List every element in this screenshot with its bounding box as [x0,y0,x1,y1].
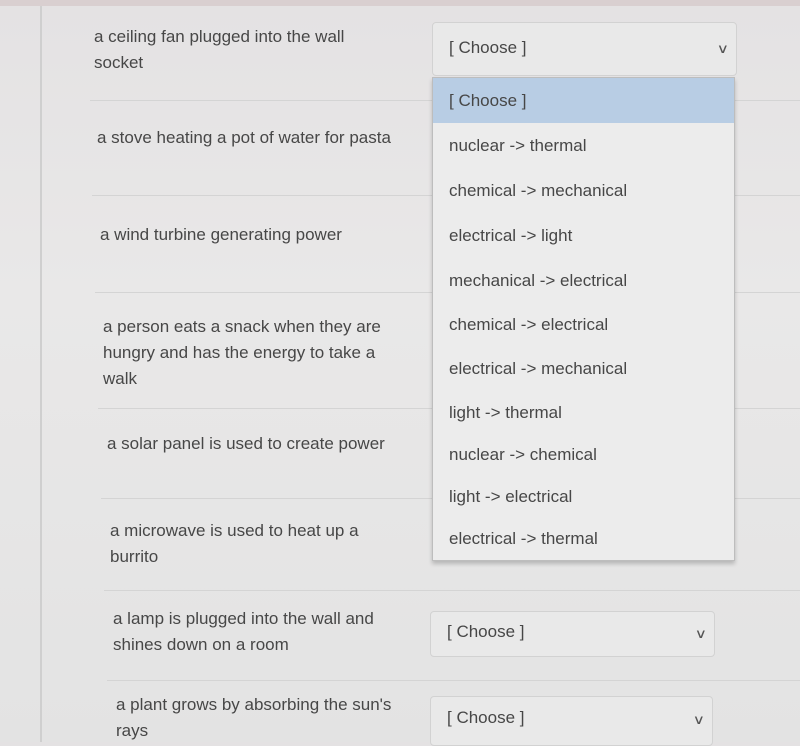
prompt-solar-panel: a solar panel is used to create power [107,434,385,453]
option[interactable]: light -> thermal [433,390,734,435]
option[interactable]: mechanical -> electrical [433,258,734,303]
top-border [0,0,800,6]
dropdown-options-list[interactable]: [ Choose ] nuclear -> thermal chemical -… [432,77,735,561]
option[interactable]: nuclear -> chemical [433,432,734,477]
option[interactable]: electrical -> mechanical [433,346,734,391]
option[interactable]: chemical -> mechanical [433,168,734,213]
option-choose[interactable]: [ Choose ] [433,78,734,123]
plant-select[interactable]: [ Choose ] ∨ [430,696,713,746]
option[interactable]: electrical -> light [433,213,734,258]
option[interactable]: nuclear -> thermal [433,123,734,168]
select-value: [ Choose ] [449,38,527,57]
lamp-select[interactable]: [ Choose ] ∨ [430,611,715,657]
left-divider [40,6,42,742]
option[interactable]: electrical -> thermal [433,516,734,561]
chevron-down-icon: ∨ [695,626,708,641]
prompt-stove: a stove heating a pot of water for pasta [97,128,391,147]
ceiling-fan-select[interactable]: [ Choose ] ∨ [432,22,737,76]
prompt-lamp: a lamp is plugged into the wall and shin… [113,609,374,654]
option[interactable]: chemical -> electrical [433,302,734,347]
prompt-wind-turbine: a wind turbine generating power [100,225,342,244]
prompt-person-snack: a person eats a snack when they are hung… [103,317,381,388]
prompt-ceiling-fan: a ceiling fan plugged into the wall sock… [94,27,345,72]
prompt-microwave: a microwave is used to heat up a burrito [110,521,359,566]
chevron-down-icon: ∨ [693,712,706,727]
prompt-plant: a plant grows by absorbing the sun's ray… [116,695,392,740]
row-divider [104,590,800,591]
select-value: [ Choose ] [447,708,525,727]
select-value: [ Choose ] [447,622,525,641]
option[interactable]: light -> electrical [433,474,734,519]
row-divider [107,680,800,681]
chevron-down-icon: ∨ [717,41,730,56]
